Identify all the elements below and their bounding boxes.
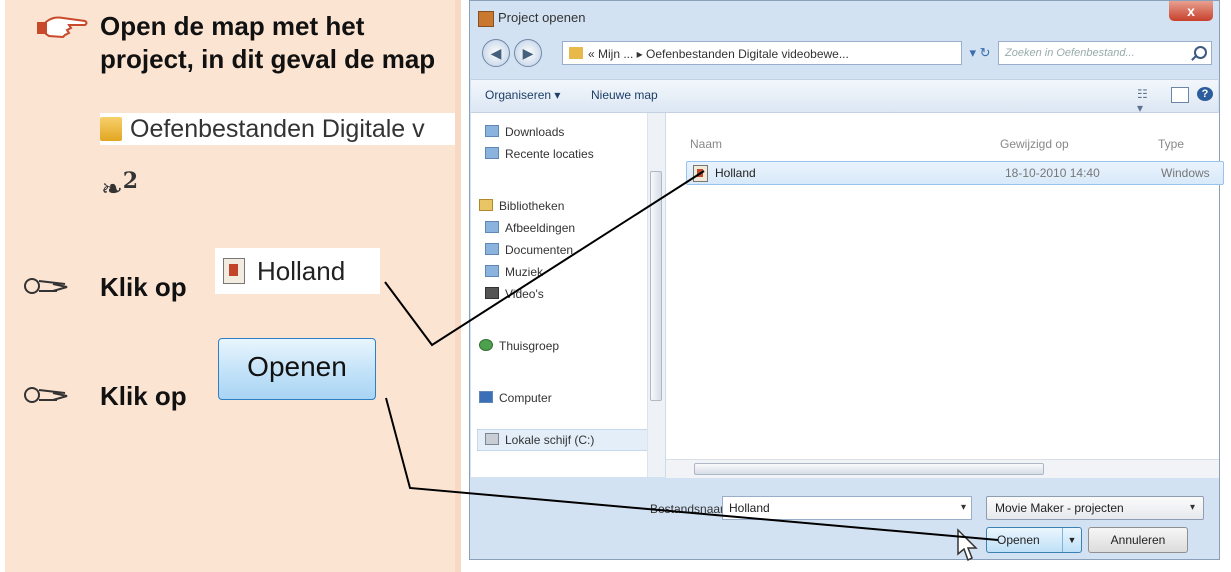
nav-label: Recente locaties [505,147,594,161]
open-button[interactable]: Openen ▼ [986,527,1082,553]
documents-icon [485,243,499,255]
mouse-cursor-icon [957,528,978,562]
nav-item-documents[interactable]: Documenten [485,243,573,257]
nav-item-downloads[interactable]: Downloads [485,125,564,139]
nav-item-pictures[interactable]: Afbeeldingen [485,221,575,235]
filename-input[interactable]: Holland ▾ [722,496,972,520]
libraries-icon [479,199,493,211]
filetype-value: Movie Maker - projecten [995,501,1124,515]
file-list-scroll-thumb[interactable] [694,463,1044,475]
project-file-icon [693,165,708,182]
nav-label: Thuisgroep [499,339,560,353]
cancel-button[interactable]: Annuleren [1088,527,1188,553]
computer-icon [479,391,493,403]
refresh-button[interactable]: ▾ ↻ [965,41,995,65]
nav-label: Afbeeldingen [505,221,576,235]
step-title: Open de map met het project, in dit geva… [100,11,436,74]
folder-icon [100,117,122,141]
holland-file-snippet: Holland [215,248,380,294]
filetype-select[interactable]: Movie Maker - projecten ▾ [986,496,1204,520]
column-header-modified[interactable]: Gewijzigd op [1000,137,1069,151]
pointing-hand-icon [37,16,88,39]
panel-divider [455,0,461,572]
nav-item-recent[interactable]: Recente locaties [485,147,594,161]
folder-path-snippet: Oefenbestanden Digitale v [100,113,460,145]
nav-label: Lokale schijf (C:) [505,433,595,447]
folder-path-text: Oefenbestanden Digitale v [130,115,425,143]
file-row-selected[interactable]: Holland 18-10-2010 14:40 Windows [686,161,1224,185]
drive-icon [485,433,499,445]
downloads-icon [485,125,499,137]
nav-label: Video's [505,287,544,301]
footsteps-icon: ❧ [101,174,123,205]
nav-item-libraries[interactable]: Bibliotheken [479,199,564,213]
file-name: Holland [715,166,756,180]
dialog-titlebar: Project openen x [470,1,1219,35]
mouse-finger-icon [24,387,68,403]
organise-menu[interactable]: Organiseren ▾ [485,88,560,102]
file-type: Windows [1161,166,1210,180]
close-button[interactable]: x [1169,1,1213,21]
preview-pane-icon[interactable] [1171,87,1189,103]
filename-value: Holland [729,501,770,515]
address-bar[interactable]: « Mijn ... ▸ Oefenbestanden Digitale vid… [562,41,962,65]
filename-label: Bestandsnaam: [650,502,734,516]
nav-scrollbar[interactable] [647,113,665,477]
dialog-toolbar: Organiseren ▾ Nieuwe map ☷ ▾ ? [471,79,1218,115]
nav-label: Muziek [505,265,544,279]
chevron-down-icon[interactable]: ▾ [961,497,966,519]
open-button-label: Openen [997,533,1040,547]
music-icon [485,265,499,277]
nav-label: Computer [499,391,552,405]
file-modified: 18-10-2010 14:40 [1005,166,1100,180]
new-folder-button[interactable]: Nieuwe map [591,88,658,102]
nav-item-local-disk[interactable]: Lokale schijf (C:) [485,433,594,447]
app-icon [478,11,494,27]
folder-icon [569,47,583,59]
help-icon[interactable]: ? [1197,87,1213,101]
homegroup-icon [479,339,493,351]
file-list-scrollbar[interactable] [666,459,1219,478]
nav-item-homegroup[interactable]: Thuisgroep [479,339,559,353]
forward-button[interactable]: ▶ [514,39,542,67]
nav-label: Bibliotheken [499,199,565,213]
search-icon [1194,46,1207,59]
nav-item-music[interactable]: Muziek [485,265,543,279]
holland-label: Holland [257,255,346,286]
file-list: Naam Gewijzigd op Type Holland 18-10-201… [666,113,1224,463]
nav-scroll-thumb[interactable] [650,171,662,401]
nav-label: Documenten [505,243,574,257]
step-reference: ❧2 [101,168,138,205]
click-instruction-2: Klik op [100,381,187,411]
chevron-down-icon[interactable]: ▼ [1062,528,1081,552]
pictures-icon [485,221,499,233]
nav-item-videos[interactable]: Video's [485,287,544,301]
nav-item-computer[interactable]: Computer [479,391,552,405]
column-header-name[interactable]: Naam [690,137,722,151]
navigation-pane: Downloads Recente locaties Bibliotheken … [471,113,666,477]
back-button[interactable]: ◀ [482,39,510,67]
search-placeholder: Zoeken in Oefenbestand... [1005,47,1135,59]
address-path: « Mijn ... ▸ Oefenbestanden Digitale vid… [588,47,849,61]
openen-button-snippet: Openen [218,338,376,400]
videos-icon [485,287,499,299]
recent-locations-icon [485,147,499,159]
project-file-icon [223,258,245,284]
instruction-panel: Open de map met het project, in dit geva… [5,0,460,572]
project-open-dialog: Project openen x ◀ ▶ « Mijn ... ▸ Oefenb… [469,0,1224,560]
dialog-title: Project openen [498,10,586,25]
column-header-type[interactable]: Type [1158,137,1184,151]
step-reference-number: 2 [122,168,139,194]
mouse-finger-icon [24,278,68,294]
click-instruction-1: Klik op [100,272,187,302]
nav-label: Downloads [505,125,565,139]
view-options-icon[interactable]: ☷ ▾ [1137,87,1153,115]
search-input[interactable]: Zoeken in Oefenbestand... [998,41,1212,65]
chevron-down-icon[interactable]: ▾ [1190,497,1195,519]
